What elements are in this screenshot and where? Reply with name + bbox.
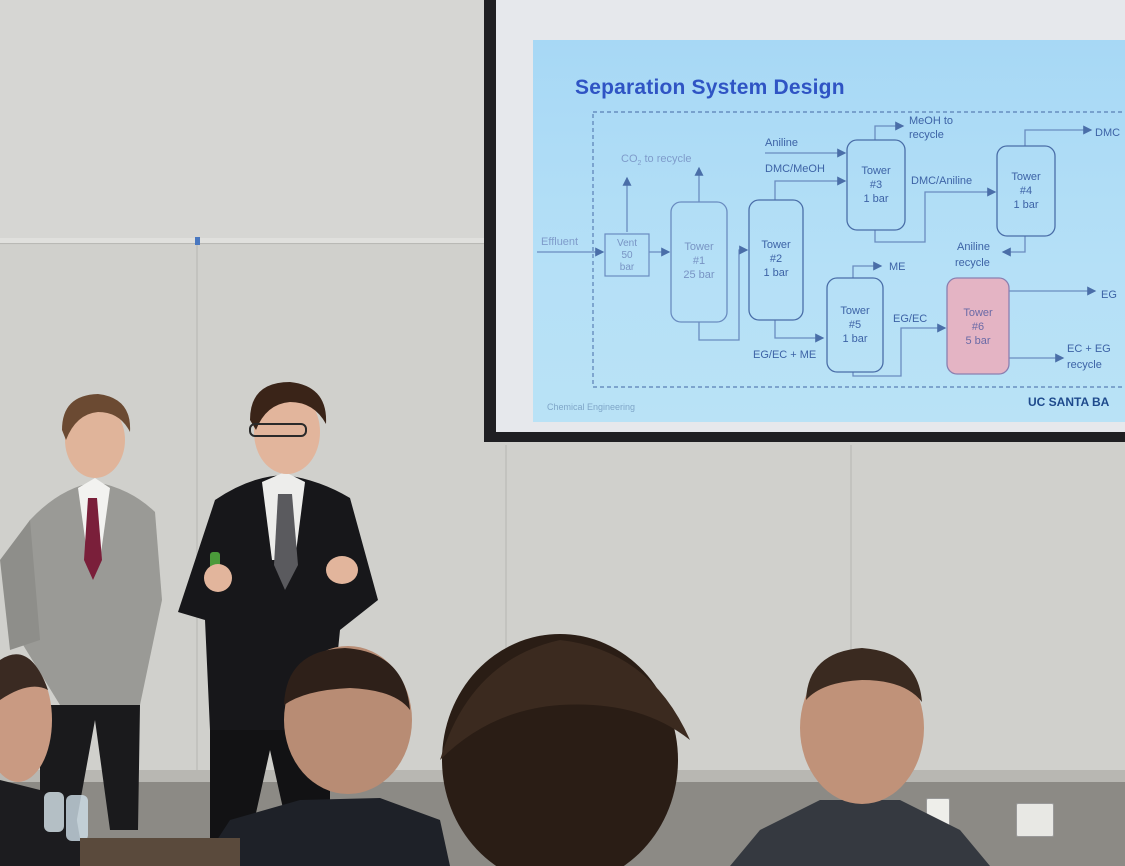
audience-member-center (440, 634, 690, 866)
desk-edge (80, 838, 240, 866)
audience-member-right (730, 648, 990, 866)
presenters-and-audience (0, 382, 990, 866)
